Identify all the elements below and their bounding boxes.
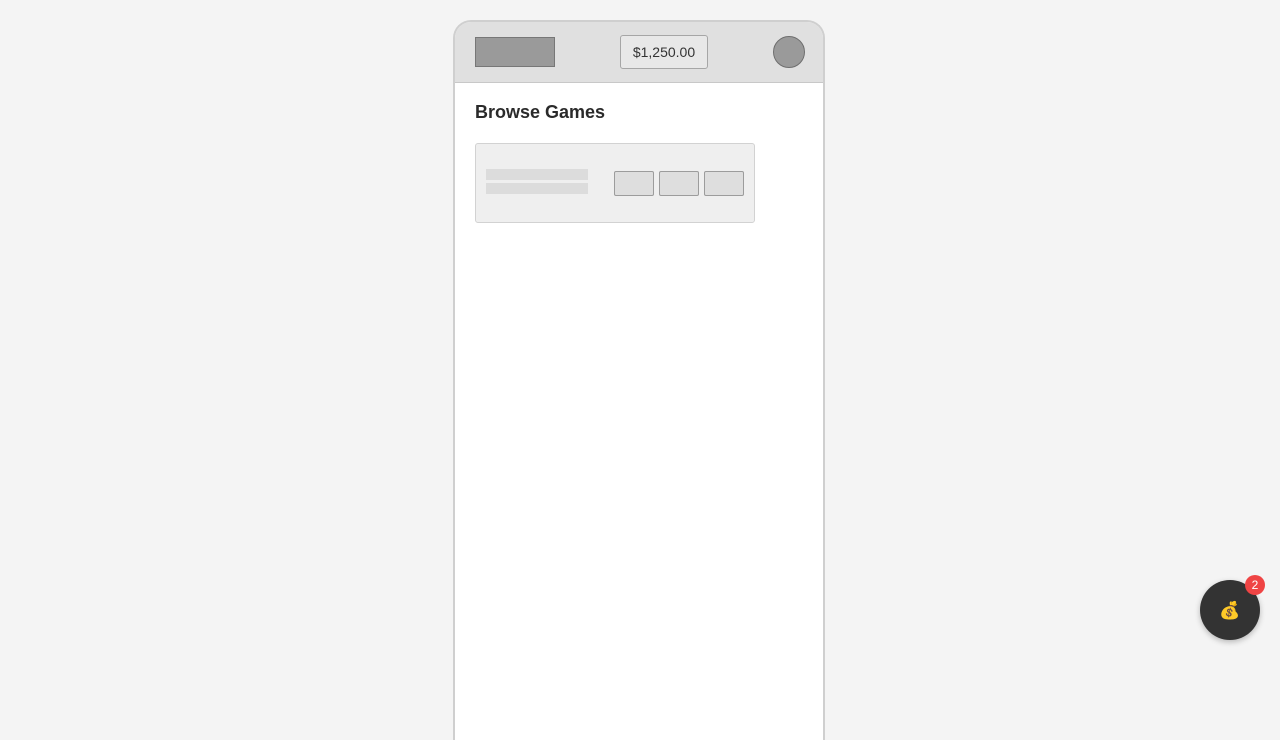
money-bag-icon: 💰 [1219,600,1241,620]
card-action-button-1[interactable] [614,171,654,196]
card-subtitle-skeleton [486,183,588,194]
balance-button[interactable]: $1,250.00 [620,35,708,69]
notification-badge: 2 [1245,575,1265,595]
game-card [475,143,755,223]
wallet-fab-button[interactable]: 💰 2 [1200,575,1265,640]
logo-placeholder[interactable] [475,37,555,67]
page-title: Browse Games [475,102,606,122]
card-action-button-2[interactable] [659,171,699,196]
top-bar: $1,250.00 [455,22,823,83]
phone-frame: $1,250.00 Browse Games [453,20,825,740]
card-action-button-3[interactable] [704,171,744,196]
avatar[interactable] [773,36,805,68]
card-title-skeleton [486,169,588,180]
